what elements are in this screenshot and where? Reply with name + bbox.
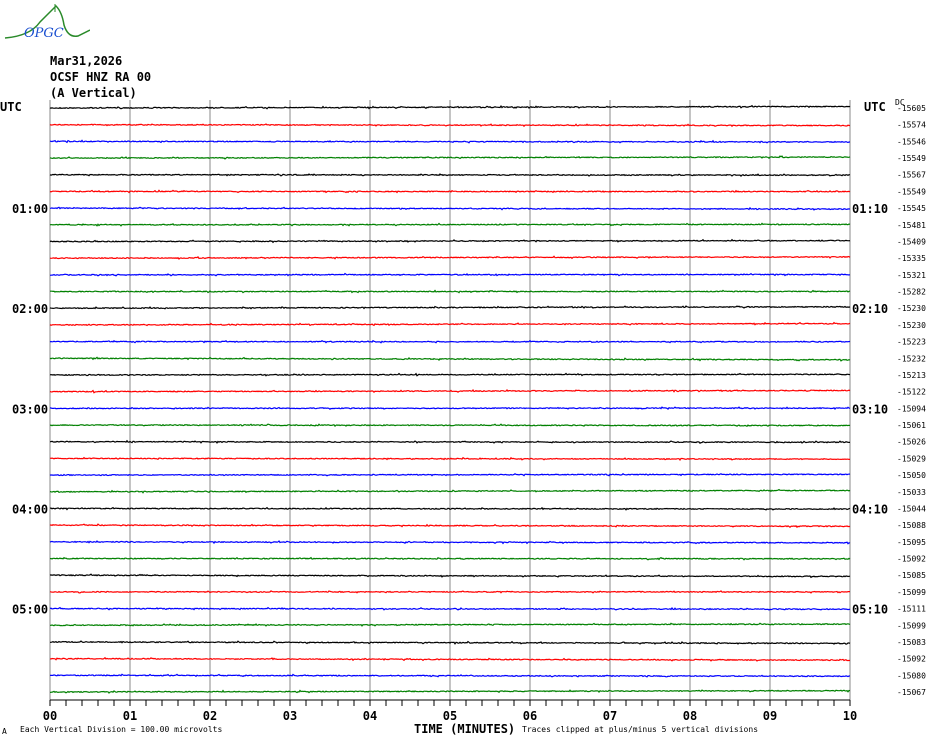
dc-offset-label: -15092 bbox=[897, 555, 926, 564]
x-tick-label: 03 bbox=[283, 709, 297, 723]
x-axis-label: TIME (MINUTES) bbox=[414, 722, 516, 736]
dc-offset-label: -15029 bbox=[897, 454, 926, 463]
dc-offset-label: -15549 bbox=[897, 187, 926, 196]
scale-note: Each Vertical Division = 100.00 microvol… bbox=[20, 725, 223, 734]
x-tick-label: 04 bbox=[363, 709, 377, 723]
x-tick-label: 01 bbox=[123, 709, 137, 723]
dc-offset-label: -15567 bbox=[897, 171, 926, 180]
dc-offset-label: -15095 bbox=[897, 538, 926, 547]
right-time-label: 04:10 bbox=[852, 502, 888, 516]
x-tick-label: 02 bbox=[203, 709, 217, 723]
dc-offset-label: -15092 bbox=[897, 655, 926, 664]
dc-offset-label: -15321 bbox=[897, 271, 926, 280]
dc-offset-label: -15481 bbox=[897, 221, 926, 230]
dc-offset-label: -15232 bbox=[897, 354, 926, 363]
dc-offset-label: -15282 bbox=[897, 288, 926, 297]
date-label: Mar31,2026 bbox=[50, 54, 123, 68]
x-tick-label: 09 bbox=[763, 709, 777, 723]
x-tick-label: 00 bbox=[43, 709, 57, 723]
right-time-label: 05:10 bbox=[852, 603, 888, 617]
dc-offset-label: -15085 bbox=[897, 571, 926, 580]
left-time-label: 05:00 bbox=[12, 603, 48, 617]
left-time-label: 01:00 bbox=[12, 202, 48, 216]
dc-offset-label: -15549 bbox=[897, 154, 926, 163]
station-label: OCSF HNZ RA 00 bbox=[50, 70, 152, 84]
dc-offset-label: -15094 bbox=[897, 404, 926, 413]
dc-offset-label: -15230 bbox=[897, 321, 926, 330]
dc-offset-label: -15083 bbox=[897, 638, 926, 647]
dc-offset-label: -15213 bbox=[897, 371, 926, 380]
dc-offset-label: -15230 bbox=[897, 304, 926, 313]
dc-offset-label: -15050 bbox=[897, 471, 926, 480]
dc-offset-label: -15223 bbox=[897, 338, 926, 347]
right-time-label: 01:10 bbox=[852, 202, 888, 216]
dc-offset-label: -15546 bbox=[897, 137, 926, 146]
dc-offset-label: -15067 bbox=[897, 688, 926, 697]
dc-offset-label: -15061 bbox=[897, 421, 926, 430]
helicorder-plot: -15605-15574-15546-15549-15567-15549-155… bbox=[12, 100, 926, 723]
x-tick-label: 07 bbox=[603, 709, 617, 723]
dc-offset-label: -15033 bbox=[897, 488, 926, 497]
component-label: (A Vertical) bbox=[50, 86, 137, 100]
dc-offset-label: -15574 bbox=[897, 121, 926, 130]
x-tick-label: 05 bbox=[443, 709, 457, 723]
dc-offset-label: -15044 bbox=[897, 504, 926, 513]
right-time-label: 03:10 bbox=[852, 402, 888, 416]
x-tick-label: 10 bbox=[843, 709, 857, 723]
dc-offset-label: -15335 bbox=[897, 254, 926, 263]
dc-offset-label: -15545 bbox=[897, 204, 926, 213]
left-time-label: 02:00 bbox=[12, 302, 48, 316]
right-time-label: 02:10 bbox=[852, 302, 888, 316]
corner-mark: A bbox=[2, 727, 7, 736]
dc-offset-label: -15409 bbox=[897, 237, 926, 246]
dc-offset-label: -15122 bbox=[897, 388, 926, 397]
opgc-logo: OPGC bbox=[0, 0, 90, 45]
dc-offset-label: -15026 bbox=[897, 438, 926, 447]
left-time-label: 03:00 bbox=[12, 402, 48, 416]
utc-label-right: UTC bbox=[864, 100, 886, 114]
dc-offset-label: -15099 bbox=[897, 621, 926, 630]
dc-label: DC bbox=[895, 98, 905, 107]
dc-offset-label: -15080 bbox=[897, 671, 926, 680]
left-time-label: 04:00 bbox=[12, 502, 48, 516]
utc-label-left: UTC bbox=[0, 100, 22, 114]
dc-offset-label: -15099 bbox=[897, 588, 926, 597]
dc-offset-label: -15088 bbox=[897, 521, 926, 530]
dc-offset-label: -15111 bbox=[897, 605, 926, 614]
x-tick-label: 08 bbox=[683, 709, 697, 723]
x-tick-label: 06 bbox=[523, 709, 537, 723]
clip-note: Traces clipped at plus/minus 5 vertical … bbox=[522, 725, 759, 734]
logo-text: OPGC bbox=[24, 26, 64, 41]
